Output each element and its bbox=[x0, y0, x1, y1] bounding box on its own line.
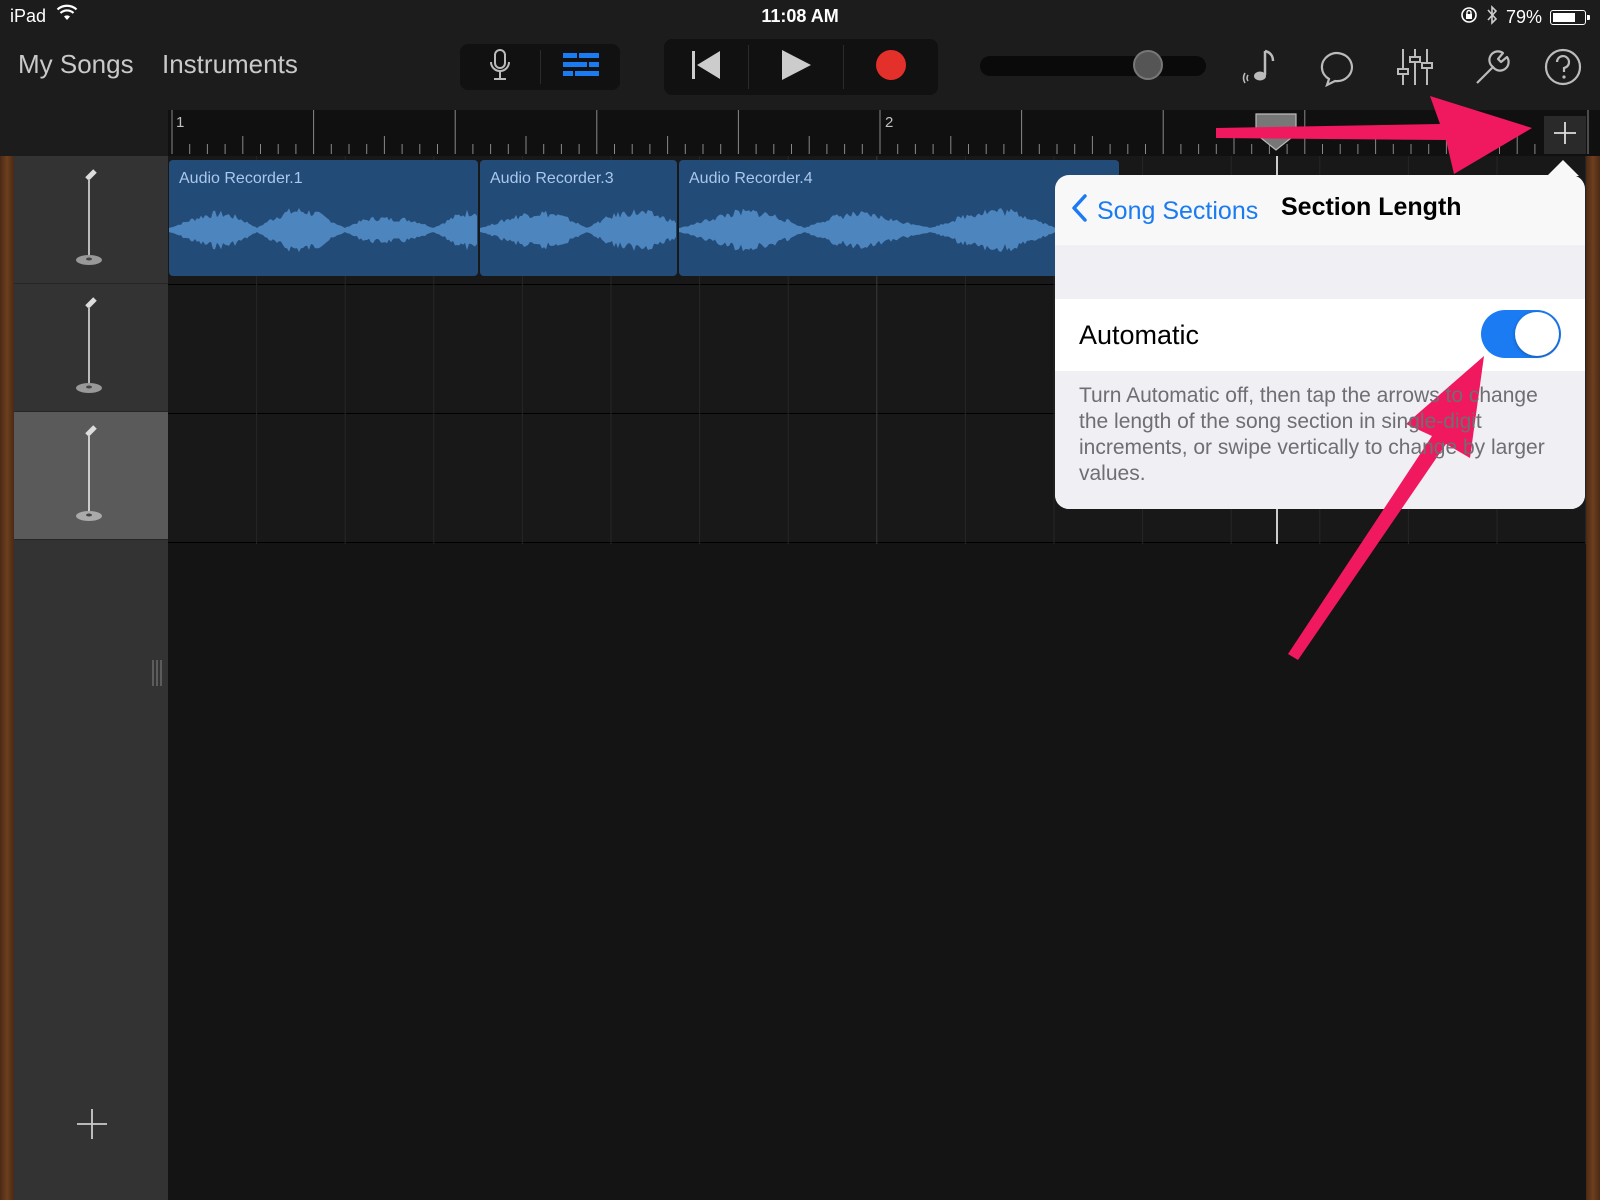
orientation-lock-icon bbox=[1460, 6, 1478, 29]
help-icon bbox=[1543, 47, 1583, 92]
track-header-selected[interactable] bbox=[14, 412, 168, 540]
audio-region[interactable]: Audio Recorder.4 bbox=[679, 160, 1119, 276]
rewind-button[interactable] bbox=[664, 39, 748, 95]
microphone-stand-icon bbox=[71, 421, 111, 530]
waveform bbox=[480, 209, 676, 251]
track-header[interactable] bbox=[14, 156, 168, 284]
group-spacer bbox=[1055, 245, 1585, 299]
rewind-icon bbox=[690, 49, 722, 86]
tracks-view-icon bbox=[562, 51, 599, 84]
waveform bbox=[169, 208, 477, 252]
automatic-row: Automatic bbox=[1055, 299, 1585, 371]
automatic-toggle[interactable] bbox=[1481, 310, 1561, 358]
play-icon bbox=[780, 49, 812, 86]
popover-title: Section Length bbox=[1281, 193, 1462, 221]
track-headers bbox=[14, 156, 168, 1200]
status-bar: iPad 11:08 AM 79% bbox=[0, 0, 1600, 32]
audio-region[interactable]: Audio Recorder.1 bbox=[169, 160, 478, 276]
toggle-thumb bbox=[1515, 312, 1559, 356]
battery-icon bbox=[1550, 10, 1590, 25]
wood-panel-left bbox=[0, 156, 14, 1200]
record-icon bbox=[875, 49, 907, 86]
add-section-button[interactable] bbox=[1544, 116, 1586, 154]
song-sections-back-button[interactable]: Song Sections bbox=[1069, 193, 1258, 230]
back-label: Song Sections bbox=[1097, 197, 1259, 225]
metronome-icon bbox=[1241, 47, 1281, 92]
bluetooth-icon bbox=[1486, 5, 1498, 30]
master-volume-slider[interactable] bbox=[980, 50, 1206, 80]
microphone-stand-icon bbox=[71, 293, 111, 402]
automatic-label: Automatic bbox=[1079, 320, 1200, 350]
instrument-view-button[interactable] bbox=[460, 44, 540, 90]
toolbar: My Songs Instruments bbox=[0, 32, 1600, 110]
wood-panel-right bbox=[1586, 156, 1600, 1200]
header-resize-handle[interactable] bbox=[150, 658, 164, 688]
battery-fill bbox=[1553, 13, 1575, 22]
waveform bbox=[679, 208, 1119, 252]
instruments-button[interactable]: Instruments bbox=[162, 49, 298, 80]
chevron-left-icon bbox=[1069, 193, 1091, 230]
plus-icon bbox=[75, 1107, 109, 1146]
clock: 11:08 AM bbox=[761, 6, 839, 26]
tracks-view-button[interactable] bbox=[541, 44, 620, 90]
audio-region[interactable]: Audio Recorder.3 bbox=[480, 160, 677, 276]
automatic-description: Turn Automatic off, then tap the arrows … bbox=[1079, 384, 1545, 485]
bar-number: 1 bbox=[176, 114, 185, 131]
metronome-button[interactable] bbox=[1238, 46, 1284, 92]
loop-browser-button[interactable] bbox=[1316, 46, 1362, 92]
popover-caret bbox=[1547, 160, 1579, 176]
play-button[interactable] bbox=[749, 39, 843, 95]
region-label: Audio Recorder.3 bbox=[490, 170, 614, 187]
record-button[interactable] bbox=[844, 39, 938, 95]
settings-button[interactable] bbox=[1468, 46, 1514, 92]
mixer-button[interactable] bbox=[1392, 46, 1438, 92]
region-label: Audio Recorder.4 bbox=[689, 170, 813, 187]
settings-icon bbox=[1471, 47, 1511, 92]
timeline-ruler[interactable]: 1 2 bbox=[168, 110, 1600, 157]
ruler-ticks bbox=[171, 110, 1589, 154]
view-segmented-control bbox=[460, 44, 620, 90]
microphone-stand-icon bbox=[71, 165, 111, 274]
my-songs-button[interactable]: My Songs bbox=[18, 49, 134, 80]
battery-percent: 79% bbox=[1505, 7, 1542, 27]
section-length-popover: Song Sections Section Length Automatic T… bbox=[1055, 175, 1585, 509]
volume-slider-knob[interactable] bbox=[1133, 50, 1163, 80]
plus-icon bbox=[1552, 120, 1578, 151]
mixer-icon bbox=[1395, 47, 1435, 92]
bar-number: 2 bbox=[885, 114, 894, 131]
help-button[interactable] bbox=[1540, 46, 1586, 92]
microphone-icon bbox=[489, 48, 511, 87]
add-track-button[interactable] bbox=[72, 1106, 112, 1146]
loop-browser-icon bbox=[1319, 47, 1359, 92]
transport-controls bbox=[664, 39, 938, 95]
ruler-corner bbox=[0, 110, 168, 156]
region-label: Audio Recorder.1 bbox=[179, 170, 303, 187]
popover-header: Song Sections Section Length bbox=[1055, 175, 1585, 246]
track-header[interactable] bbox=[14, 284, 168, 412]
